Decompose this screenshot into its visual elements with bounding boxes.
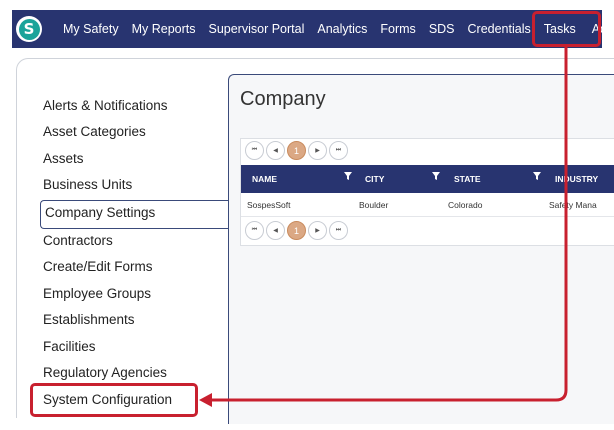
annotation-arrow: [199, 47, 568, 407]
